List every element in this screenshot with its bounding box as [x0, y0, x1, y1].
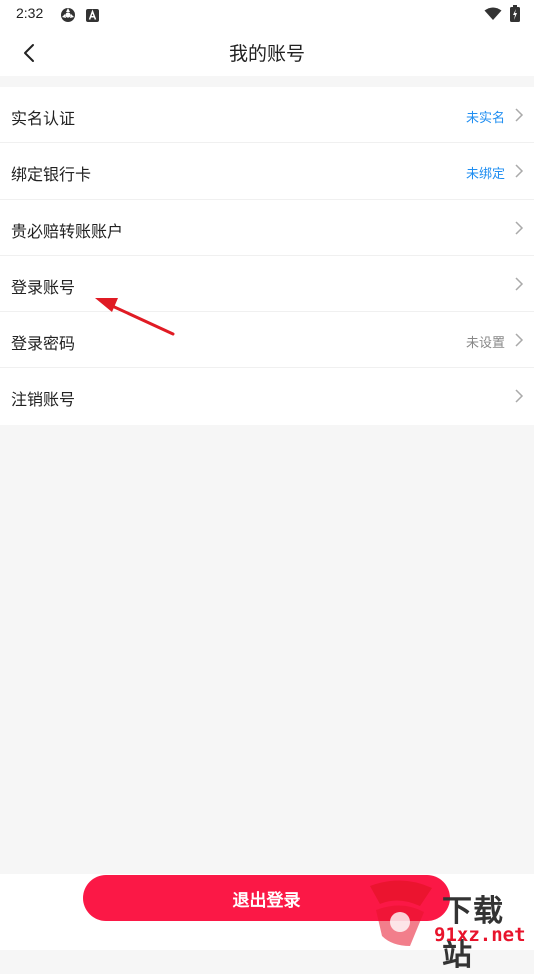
item-status: 未绑定 [465, 167, 505, 183]
list-item-login-password[interactable]: 登录密码 未设置 [0, 312, 534, 369]
chevron-right-icon [515, 108, 524, 122]
watermark-url: 91xz.net [434, 924, 526, 946]
list-item-transfer-account[interactable]: 贵必赔转账账户 [0, 200, 534, 256]
status-bar: 2:32 [0, 0, 534, 28]
chevron-right-icon [515, 277, 524, 291]
chevron-right-icon [515, 389, 524, 404]
chevron-right-icon [515, 164, 524, 178]
account-settings-list: 实名认证 未实名 绑定银行卡 未绑定 贵必赔转账账户 登录账号 登录密码 未设置… [0, 87, 534, 425]
item-label: 贵必赔转账账户 [11, 221, 124, 241]
item-label: 实名认证 [11, 109, 76, 128]
battery-icon [510, 5, 520, 26]
item-label: 绑定银行卡 [11, 165, 92, 185]
nav-bar: 我的账号 [0, 28, 534, 76]
page-title: 我的账号 [228, 43, 305, 65]
status-time: 2:32 [16, 5, 44, 21]
gear-icon [59, 6, 77, 28]
wifi-icon [484, 6, 502, 25]
list-item-login-account[interactable]: 登录账号 [0, 256, 534, 313]
watermark-emblem-icon [370, 880, 432, 946]
chevron-right-icon [515, 221, 524, 235]
watermark-logo: 下载站 91xz.net [362, 876, 534, 973]
list-item-cancel-account[interactable]: 注销账号 [0, 368, 534, 424]
list-item-bind-bank-card[interactable]: 绑定银行卡 未绑定 [0, 143, 534, 200]
chevron-right-icon [515, 333, 524, 347]
a-icon [86, 7, 99, 26]
item-label: 登录密码 [11, 334, 76, 354]
list-item-real-name[interactable]: 实名认证 未实名 [0, 87, 534, 144]
item-status: 未实名 [465, 111, 505, 126]
item-status: 未设置 [465, 336, 505, 352]
item-label: 注销账号 [11, 390, 76, 410]
item-label: 登录账号 [11, 277, 76, 297]
